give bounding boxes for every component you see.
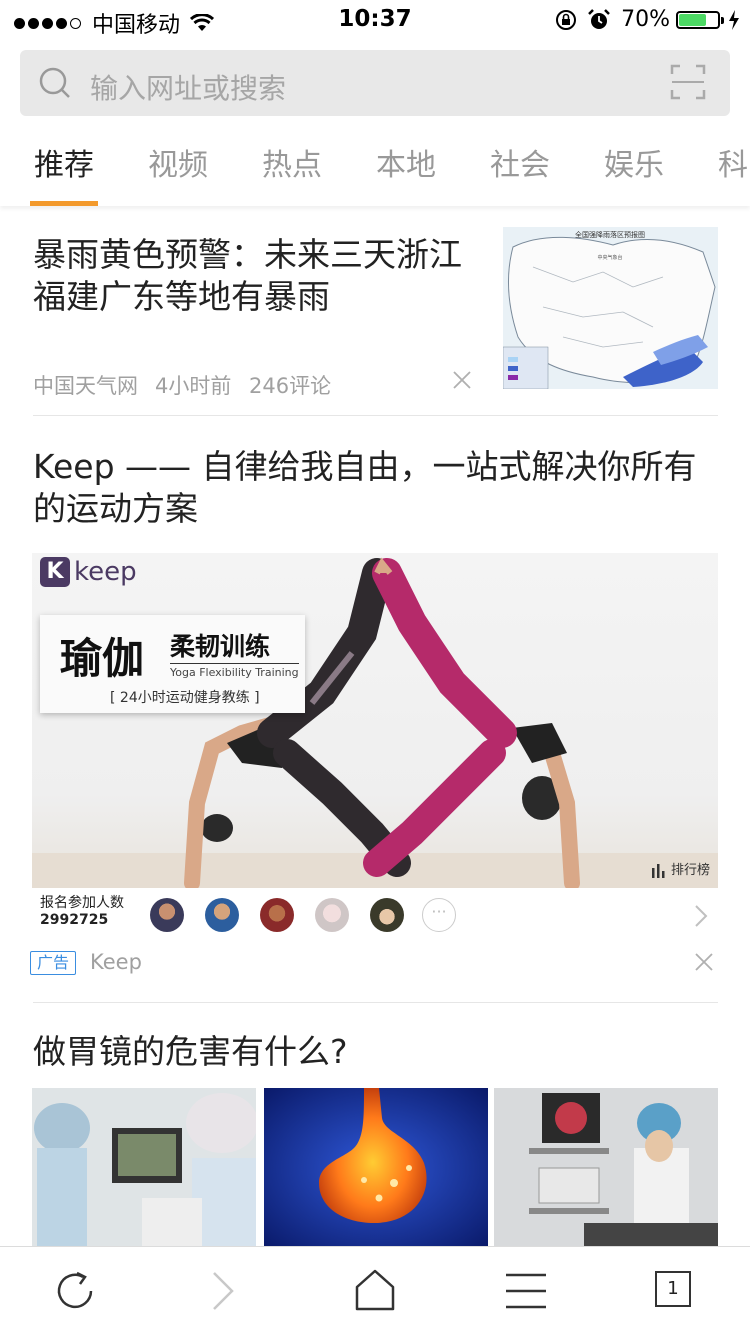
article-thumbnail-map[interactable]: 全国强降雨落区预报图 中央气象台 bbox=[503, 227, 718, 389]
yoga-subheading: 柔韧训练 bbox=[170, 632, 271, 661]
ranking-link[interactable]: 排行榜 bbox=[651, 859, 710, 878]
article-image-1[interactable] bbox=[32, 1088, 256, 1248]
tab-local[interactable]: 本地 bbox=[376, 140, 436, 184]
search-bar[interactable]: 输入网址或搜索 bbox=[20, 50, 730, 116]
chevron-right-icon[interactable] bbox=[694, 904, 708, 928]
endoscopy-room-photo bbox=[494, 1088, 718, 1248]
article-image-2[interactable] bbox=[264, 1088, 488, 1248]
article-source: 中国天气网 bbox=[33, 374, 138, 398]
search-input[interactable]: 输入网址或搜索 bbox=[90, 67, 286, 107]
divider bbox=[33, 1002, 718, 1003]
charging-icon bbox=[729, 9, 739, 30]
bottom-toolbar: 1 bbox=[0, 1246, 750, 1335]
ad-title[interactable]: Keep —— 自律给我自由，一站式解决你所有的运动方案 bbox=[33, 446, 723, 530]
dismiss-icon[interactable] bbox=[695, 953, 713, 971]
tab-recommend[interactable]: 推荐 bbox=[34, 140, 94, 184]
yoga-note: [ 24小时运动健身教练 ] bbox=[110, 690, 260, 706]
more-avatars-icon[interactable]: ··· bbox=[422, 898, 456, 932]
tab-hot[interactable]: 热点 bbox=[262, 140, 322, 184]
signup-label: 报名参加人数 bbox=[40, 895, 124, 911]
dismiss-icon[interactable] bbox=[453, 371, 471, 389]
yoga-promo-card: 瑜伽 柔韧训练 Yoga Flexibility Training [ 24小时… bbox=[40, 615, 305, 713]
map-subtitle: 中央气象台 bbox=[597, 254, 622, 261]
stomach-illustration bbox=[264, 1088, 488, 1248]
avatar bbox=[205, 898, 239, 932]
keep-logo: K keep bbox=[40, 557, 137, 587]
refresh-icon[interactable] bbox=[53, 1269, 97, 1313]
tab-entertainment[interactable]: 娱乐 bbox=[604, 140, 664, 184]
signup-row[interactable]: 报名参加人数 2992725 ··· bbox=[32, 890, 718, 940]
tabs-count-button[interactable]: 1 bbox=[655, 1271, 691, 1307]
home-icon[interactable] bbox=[354, 1269, 396, 1311]
article-title[interactable]: 做胃镜的危害有什么? bbox=[33, 1025, 348, 1073]
ad-badge: 广告 bbox=[30, 951, 76, 975]
article-title[interactable]: 暴雨黄色预警：未来三天浙江福建广东等地有暴雨 bbox=[33, 234, 473, 318]
rain-forecast-map-image: 全国强降雨落区预报图 中央气象台 bbox=[503, 227, 718, 389]
forward-icon[interactable] bbox=[210, 1271, 236, 1311]
orientation-lock-icon bbox=[556, 9, 577, 30]
signup-number: 2992725 bbox=[40, 912, 109, 928]
yoga-english: Yoga Flexibility Training bbox=[170, 663, 299, 679]
tab-video[interactable]: 视频 bbox=[148, 140, 208, 184]
yoga-heading: 瑜伽 bbox=[60, 634, 145, 683]
alarm-icon bbox=[588, 8, 610, 29]
divider bbox=[33, 415, 718, 416]
avatar bbox=[150, 898, 184, 932]
doctors-photo bbox=[32, 1088, 256, 1248]
article-image-3[interactable] bbox=[494, 1088, 718, 1248]
article-time: 4小时前 bbox=[155, 374, 232, 398]
yoga-poses-image bbox=[32, 557, 718, 888]
battery-percent: 70% bbox=[621, 7, 670, 32]
status-bar: 中国移动 10:37 70% bbox=[0, 0, 750, 40]
keep-logo-text: keep bbox=[74, 557, 137, 587]
avatar bbox=[260, 898, 294, 932]
menu-icon[interactable] bbox=[505, 1273, 547, 1309]
map-title: 全国强降雨落区预报图 bbox=[575, 230, 645, 239]
ranking-label: 排行榜 bbox=[670, 863, 710, 878]
ad-banner-image[interactable]: K keep 瑜伽 柔韧训练 Yoga Flexibility Training… bbox=[32, 553, 718, 888]
search-icon bbox=[39, 67, 70, 98]
avatar bbox=[315, 898, 349, 932]
signup-count: 报名参加人数 2992725 bbox=[40, 895, 124, 929]
avatar bbox=[370, 898, 404, 932]
article-comments: 246评论 bbox=[249, 374, 332, 398]
active-tab-indicator bbox=[30, 201, 98, 206]
ad-source: Keep bbox=[90, 950, 142, 974]
bar-chart-icon bbox=[651, 864, 665, 878]
tab-society[interactable]: 社会 bbox=[490, 140, 550, 184]
scan-icon[interactable] bbox=[670, 64, 706, 100]
keep-logo-mark: K bbox=[40, 557, 70, 587]
tab-tech[interactable]: 科 bbox=[718, 140, 748, 184]
battery-icon bbox=[676, 10, 724, 29]
channel-tabs: 推荐 视频 热点 本地 社会 娱乐 科 bbox=[0, 130, 750, 206]
